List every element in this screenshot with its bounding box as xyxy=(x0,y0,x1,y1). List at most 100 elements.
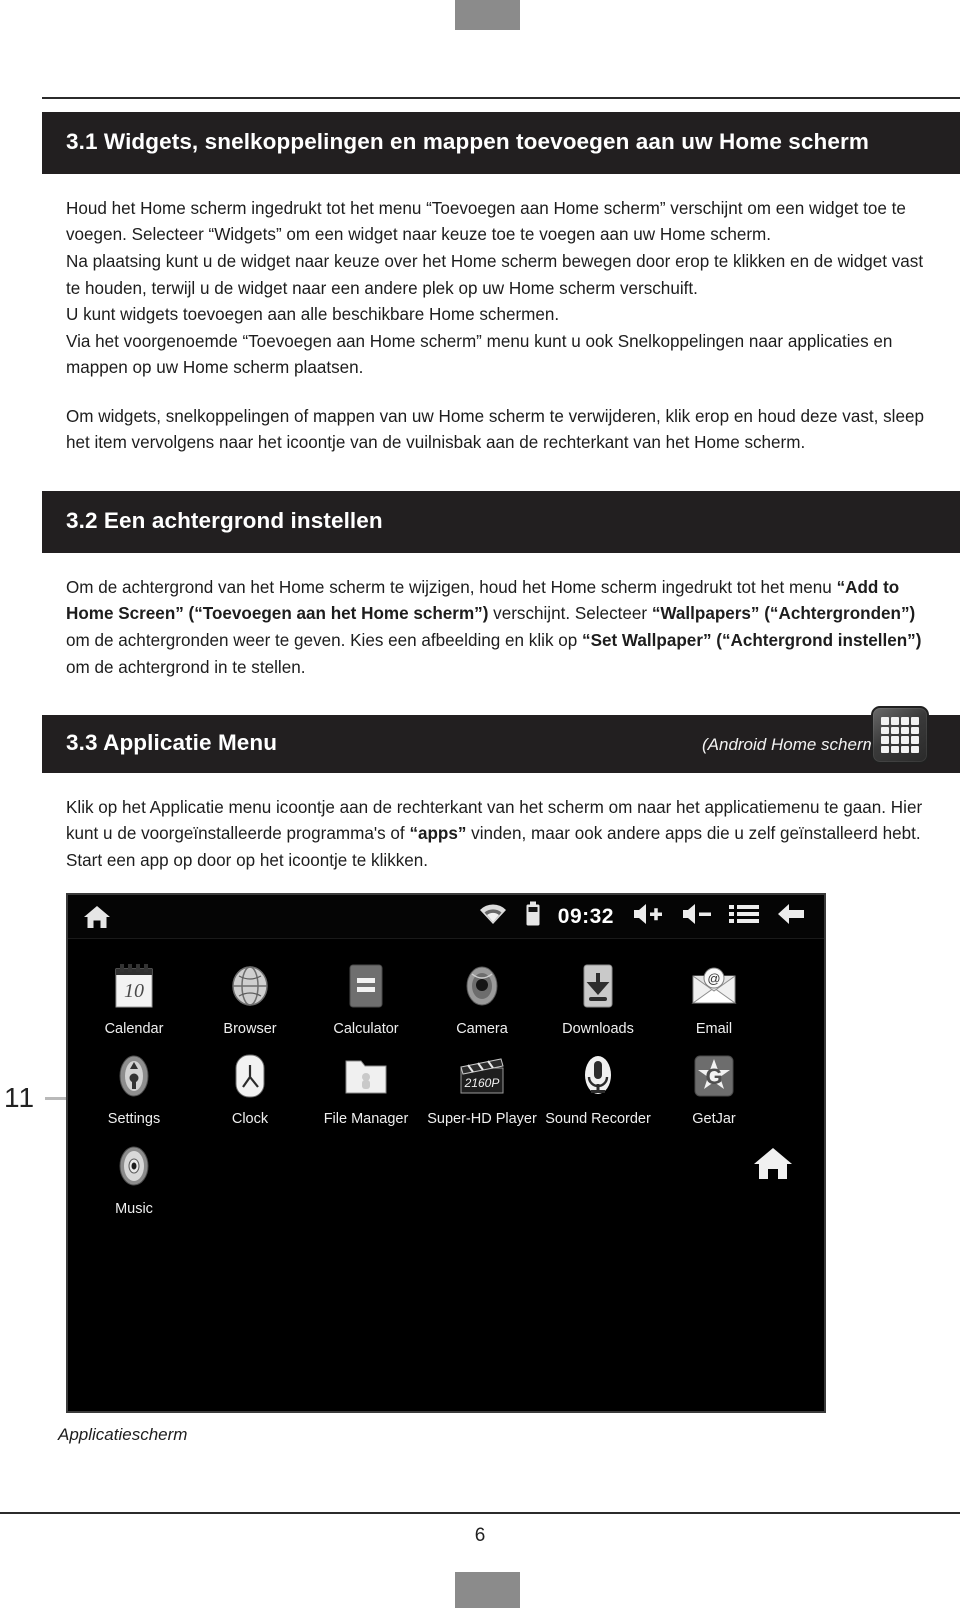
app-label: GetJar xyxy=(692,1111,736,1127)
section-title-3-2: 3.2 Een achtergrond instellen xyxy=(66,508,383,533)
app-label: Browser xyxy=(223,1021,277,1037)
globe-icon xyxy=(192,957,308,1015)
svg-text:@: @ xyxy=(707,971,720,986)
calendar-icon: 10 xyxy=(76,957,192,1015)
app-grid-dot xyxy=(911,745,919,753)
paragraph-3-1-d: Via het voorgenoemde “Toevoegen aan Home… xyxy=(66,331,893,378)
paragraph-3-3: Klik op het Applicatie menu icoontje aan… xyxy=(66,797,923,871)
section-title-3-1: 3.1 Widgets, snelkoppelingen en mappen t… xyxy=(66,129,869,154)
app-label: Calendar xyxy=(104,1021,164,1037)
app-grid-dot xyxy=(891,726,899,734)
calculator-icon xyxy=(308,957,424,1015)
app-label: Music xyxy=(115,1201,153,1217)
document-content: 3.1 Widgets, snelkoppelingen en mappen t… xyxy=(42,112,960,875)
app-grid-dot xyxy=(901,726,909,734)
footer-rule xyxy=(0,1512,960,1514)
app-grid-dot xyxy=(901,736,909,744)
paragraph-3-1-c: U kunt widgets toevoegen aan alle beschi… xyxy=(66,305,560,325)
app-grid-dot xyxy=(901,717,909,725)
app-grid-dot xyxy=(881,745,889,753)
section-heading-3-3: 3.3 Applicatie Menu (Android Home scherm… xyxy=(42,715,960,773)
header-rule xyxy=(42,97,960,99)
wifi-icon xyxy=(478,903,508,930)
app-grid-icon[interactable] xyxy=(871,706,929,764)
section-body-3-3: Klik op het Applicatie menu icoontje aan… xyxy=(42,795,960,875)
app-grid-dot xyxy=(891,736,899,744)
app-row: Music xyxy=(76,1137,816,1217)
section-title-3-3: 3.3 Applicatie Menu xyxy=(66,730,278,756)
app-item-getjar[interactable]: G GetJar xyxy=(656,1047,772,1127)
section-heading-3-2: 3.2 Een achtergrond instellen xyxy=(42,491,960,553)
app-label: Downloads xyxy=(562,1021,634,1037)
svg-text:2160P: 2160P xyxy=(464,1076,500,1090)
camera-icon xyxy=(424,957,540,1015)
app-item-settings[interactable]: Settings xyxy=(76,1047,192,1127)
section-heading-3-1: 3.1 Widgets, snelkoppelingen en mappen t… xyxy=(42,112,960,174)
app-item-downloads[interactable]: Downloads xyxy=(540,957,656,1037)
margin-page-number: 11 xyxy=(4,1082,36,1113)
app-grid-dot xyxy=(881,717,889,725)
section-body-3-2: Om de achtergrond van het Home scherm te… xyxy=(42,575,960,681)
android-status-bar: 09:32 xyxy=(68,895,824,939)
app-label: Email xyxy=(695,1021,733,1037)
app-item-super-hd-player[interactable]: 2160P Super-HD Player xyxy=(424,1047,540,1127)
app-grid-dot xyxy=(911,736,919,744)
app-label: Super-HD Player xyxy=(427,1111,537,1127)
app-item-calculator[interactable]: Calculator xyxy=(308,957,424,1037)
volume-up-icon[interactable] xyxy=(631,902,663,931)
download-icon xyxy=(540,957,656,1015)
status-icon-group: 09:32 xyxy=(478,901,806,932)
app-label: Clock xyxy=(231,1111,269,1127)
app-item-music[interactable]: Music xyxy=(76,1137,192,1217)
settings-icon xyxy=(76,1047,192,1105)
app-item-file-manager[interactable]: File Manager xyxy=(308,1047,424,1127)
volume-down-icon[interactable] xyxy=(680,902,712,931)
app-item-sound-recorder[interactable]: Sound Recorder xyxy=(540,1047,656,1127)
svg-text:10: 10 xyxy=(124,980,144,1002)
status-clock: 09:32 xyxy=(557,904,614,928)
section-body-3-1: Houd het Home scherm ingedrukt tot het m… xyxy=(42,196,960,457)
home-icon[interactable] xyxy=(82,903,112,931)
paragraph-3-1-a: Houd het Home scherm ingedrukt tot het m… xyxy=(66,198,906,245)
app-grid-dot xyxy=(881,736,889,744)
app-label: Calculator xyxy=(333,1021,399,1037)
app-item-camera[interactable]: Camera xyxy=(424,957,540,1037)
app-grid-dot xyxy=(881,726,889,734)
battery-icon xyxy=(525,901,541,932)
app-label: Camera xyxy=(456,1021,508,1037)
home-icon[interactable] xyxy=(752,1145,794,1188)
app-row: 10 Calendar Browser Calculator Camera Do… xyxy=(76,957,816,1037)
back-arrow-icon[interactable] xyxy=(776,902,806,931)
page-footer-number: 6 xyxy=(474,1525,486,1546)
app-label: Sound Recorder xyxy=(545,1111,651,1127)
app-grid-dot xyxy=(911,717,919,725)
top-crop-mark xyxy=(455,0,520,30)
app-item-clock[interactable]: Clock xyxy=(192,1047,308,1127)
application-grid: 10 Calendar Browser Calculator Camera Do… xyxy=(68,939,824,1217)
clapperboard-icon: 2160P xyxy=(424,1047,540,1105)
bottom-crop-mark xyxy=(455,1572,520,1608)
menu-list-icon[interactable] xyxy=(729,903,759,930)
app-label: File Manager xyxy=(323,1111,409,1127)
microphone-icon xyxy=(540,1047,656,1105)
app-row: Settings Clock File Manager 2160P Super-… xyxy=(76,1047,816,1127)
app-grid-dot xyxy=(901,745,909,753)
folder-icon xyxy=(308,1047,424,1105)
figure-caption: Applicatiescherm xyxy=(58,1425,188,1444)
email-icon: @ xyxy=(656,957,772,1015)
app-item-browser[interactable]: Browser xyxy=(192,957,308,1037)
svg-text:G: G xyxy=(705,1064,722,1089)
paragraph-3-1-b: Na plaatsing kunt u de widget naar keuze… xyxy=(66,251,924,298)
paragraph-3-2: Om de achtergrond van het Home scherm te… xyxy=(66,577,922,677)
getjar-icon: G xyxy=(656,1047,772,1105)
clock-icon xyxy=(192,1047,308,1105)
paragraph-3-1-e: Om widgets, snelkoppelingen of mappen va… xyxy=(66,406,924,453)
app-item-calendar[interactable]: 10 Calendar xyxy=(76,957,192,1037)
app-item-email[interactable]: @ Email xyxy=(656,957,772,1037)
app-label: Settings xyxy=(107,1111,161,1127)
app-grid-dot xyxy=(911,726,919,734)
android-screenshot-figure: 09:32 10 Calendar Browser Calculator Cam… xyxy=(66,893,826,1413)
speaker-icon xyxy=(76,1137,192,1195)
app-grid-dot xyxy=(891,717,899,725)
app-grid-dot xyxy=(891,745,899,753)
